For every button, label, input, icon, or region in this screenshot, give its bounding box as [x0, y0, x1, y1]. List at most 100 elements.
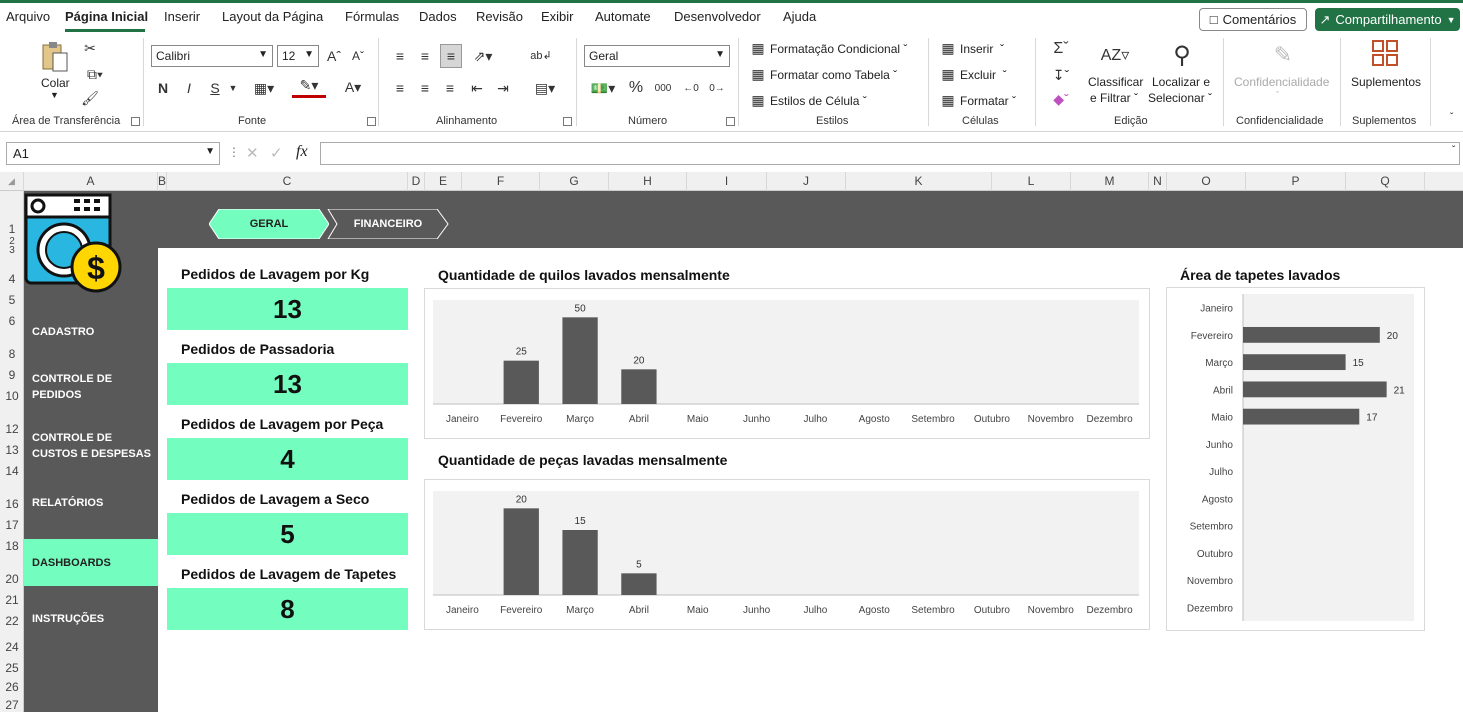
- font-color-icon[interactable]: A▾: [336, 76, 370, 98]
- delete-cells-icon[interactable]: ▦: [940, 66, 956, 82]
- sidebar-item[interactable]: CONTROLE DE PEDIDOS: [24, 363, 158, 411]
- alignment-launcher-icon[interactable]: [563, 117, 572, 126]
- row-header[interactable]: 21: [0, 593, 24, 607]
- find-select-label-2[interactable]: Selecionar ˇ: [1148, 91, 1212, 105]
- autosum-icon[interactable]: Σˇ: [1044, 40, 1078, 58]
- align-top-icon[interactable]: ≡: [390, 46, 410, 66]
- row-header[interactable]: 25: [0, 661, 24, 675]
- cell-styles-icon[interactable]: ▦: [750, 92, 766, 108]
- row-header[interactable]: 9: [0, 368, 24, 382]
- delete-cells-button[interactable]: Excluir ˇ: [960, 68, 1007, 82]
- formula-input[interactable]: [320, 142, 1460, 165]
- addins-button[interactable]: Suplementos: [1351, 75, 1421, 89]
- clipboard-launcher-icon[interactable]: [131, 117, 140, 126]
- row-header[interactable]: 20: [0, 572, 24, 586]
- column-header[interactable]: L: [992, 172, 1071, 191]
- increase-indent-icon[interactable]: ⇥: [493, 78, 513, 98]
- align-center-icon[interactable]: ≡: [415, 78, 435, 98]
- format-cells-icon[interactable]: ▦: [940, 92, 956, 108]
- row-header[interactable]: 6: [0, 314, 24, 328]
- row-header[interactable]: 18: [0, 539, 24, 553]
- row-header[interactable]: 14: [0, 464, 24, 478]
- decrease-indent-icon[interactable]: ⇤: [467, 78, 487, 98]
- menu-layout-da-pagina[interactable]: Layout da Página: [222, 9, 323, 24]
- column-header[interactable]: F: [462, 172, 540, 191]
- column-header[interactable]: B: [158, 172, 167, 191]
- fill-color-icon[interactable]: ✎▾: [292, 76, 326, 98]
- decrease-decimal-icon[interactable]: 0→: [706, 78, 728, 98]
- sidebar-item[interactable]: RELATÓRIOS: [24, 483, 158, 523]
- format-painter-icon[interactable]: 🖌: [80, 88, 100, 108]
- find-select-label[interactable]: Localizar e: [1152, 75, 1210, 89]
- percent-icon[interactable]: %: [626, 78, 646, 98]
- column-header[interactable]: C: [167, 172, 408, 191]
- row-header[interactable]: 10: [0, 389, 24, 403]
- sort-filter-label-2[interactable]: e Filtrar ˇ: [1090, 91, 1138, 105]
- thousands-icon[interactable]: 000: [652, 78, 674, 98]
- addins-icon[interactable]: [1370, 38, 1400, 68]
- sidebar-item[interactable]: DASHBOARDS: [24, 539, 158, 586]
- increase-decimal-icon[interactable]: ←0: [680, 78, 702, 98]
- column-header[interactable]: J: [767, 172, 846, 191]
- increase-font-icon[interactable]: Aˆ: [324, 46, 344, 66]
- align-middle-icon[interactable]: ≡: [415, 46, 435, 66]
- chevron-down-icon[interactable]: ▼: [226, 78, 240, 98]
- column-header[interactable]: H: [609, 172, 687, 191]
- conditional-format-icon[interactable]: ▦: [750, 40, 766, 56]
- enter-icon[interactable]: ✓: [270, 144, 283, 162]
- cell-styles-button[interactable]: Estilos de Célula ˇ: [770, 94, 867, 108]
- menu-revisao[interactable]: Revisão: [476, 9, 523, 24]
- row-header[interactable]: 24: [0, 640, 24, 654]
- column-header[interactable]: P: [1246, 172, 1346, 191]
- menu-inserir[interactable]: Inserir: [164, 9, 200, 24]
- orientation-icon[interactable]: ⇗▾: [468, 46, 498, 66]
- sort-filter-icon[interactable]: AZ▿: [1098, 38, 1132, 72]
- bold-button[interactable]: N: [154, 78, 172, 98]
- comments-button[interactable]: □ Comentários: [1199, 8, 1307, 31]
- align-right-icon[interactable]: ≡: [440, 78, 460, 98]
- row-header[interactable]: 26: [0, 680, 24, 694]
- column-header[interactable]: K: [846, 172, 992, 191]
- menu-formulas[interactable]: Fórmulas: [345, 9, 399, 24]
- menu-dados[interactable]: Dados: [419, 9, 457, 24]
- number-launcher-icon[interactable]: [726, 117, 735, 126]
- border-icon[interactable]: ▦▾: [248, 78, 280, 98]
- chevron-down-icon[interactable]: ▼: [50, 90, 59, 100]
- row-header[interactable]: 8: [0, 347, 24, 361]
- menu-automate[interactable]: Automate: [595, 9, 651, 24]
- row-header[interactable]: 17: [0, 518, 24, 532]
- currency-icon[interactable]: 💵▾: [586, 78, 620, 98]
- menu-desenvolvedor[interactable]: Desenvolvedor: [674, 9, 761, 24]
- row-header[interactable]: 22: [0, 614, 24, 628]
- more-icon[interactable]: ⋮: [228, 145, 240, 159]
- column-header[interactable]: A: [24, 172, 158, 191]
- column-header[interactable]: I: [687, 172, 767, 191]
- select-all-corner[interactable]: ◢: [0, 172, 24, 191]
- italic-button[interactable]: I: [180, 78, 198, 98]
- format-cells-button[interactable]: Formatar ˇ: [960, 94, 1016, 108]
- font-launcher-icon[interactable]: [367, 117, 376, 126]
- menu-exibir[interactable]: Exibir: [541, 9, 574, 24]
- find-select-icon[interactable]: ⚲: [1165, 38, 1199, 72]
- wrap-text-icon[interactable]: ab↲: [530, 44, 552, 66]
- merge-cells-icon[interactable]: ▤▾: [528, 78, 562, 98]
- paste-icon[interactable]: [38, 40, 72, 74]
- column-header[interactable]: G: [540, 172, 609, 191]
- name-box[interactable]: A1 ▼: [6, 142, 220, 165]
- row-header[interactable]: 16: [0, 497, 24, 511]
- row-header[interactable]: 27: [0, 698, 24, 712]
- copy-icon[interactable]: ⧉▾: [80, 64, 110, 84]
- column-header[interactable]: O: [1167, 172, 1246, 191]
- menu-ajuda[interactable]: Ajuda: [783, 9, 816, 24]
- function-icon[interactable]: fx: [296, 143, 308, 161]
- format-table-button[interactable]: Formatar como Tabela ˇ: [770, 68, 897, 82]
- clear-icon[interactable]: ◆ˇ: [1044, 90, 1078, 108]
- cut-icon[interactable]: ✂: [80, 38, 100, 58]
- sidebar-item[interactable]: INSTRUÇÕES: [24, 599, 158, 639]
- column-header[interactable]: D: [408, 172, 425, 191]
- sidebar-item[interactable]: CONTROLE DE CUSTOS E DESPESAS: [24, 422, 158, 470]
- row-header[interactable]: 12: [0, 422, 24, 436]
- menu-pagina-inicial[interactable]: Página Inicial: [65, 9, 148, 24]
- font-name-combo[interactable]: Calibri ▼: [151, 45, 273, 67]
- column-header[interactable]: E: [425, 172, 462, 191]
